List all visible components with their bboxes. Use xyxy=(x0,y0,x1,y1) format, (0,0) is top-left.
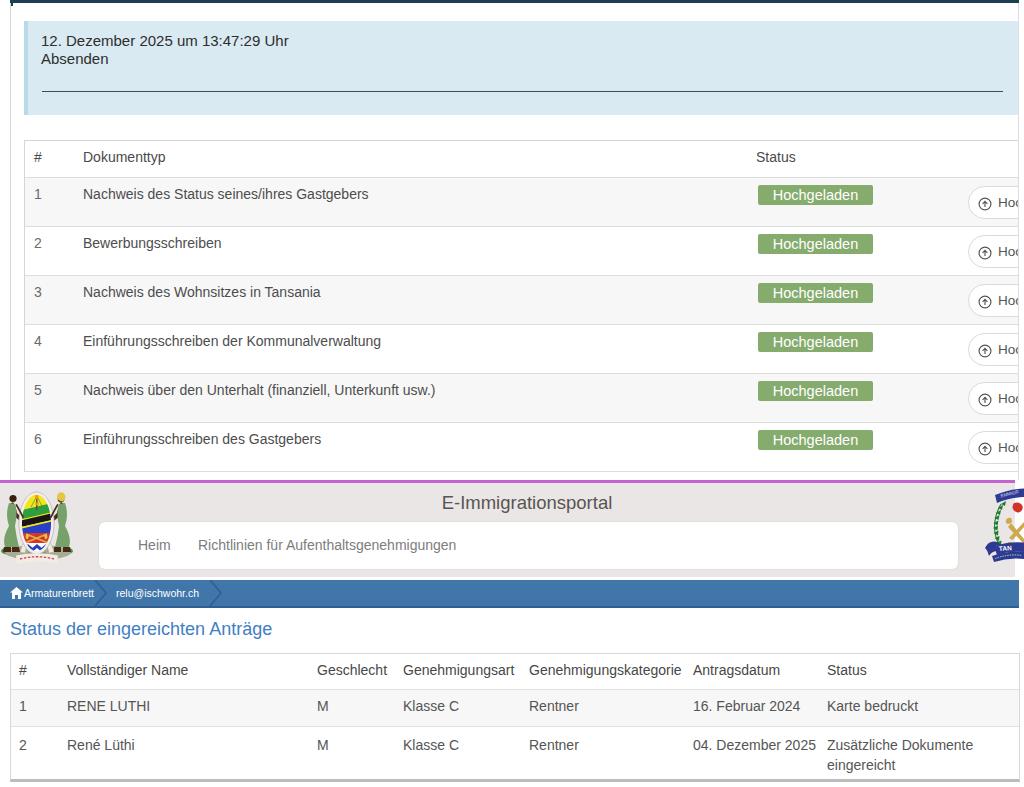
svg-text:TAN: TAN xyxy=(999,544,1013,552)
